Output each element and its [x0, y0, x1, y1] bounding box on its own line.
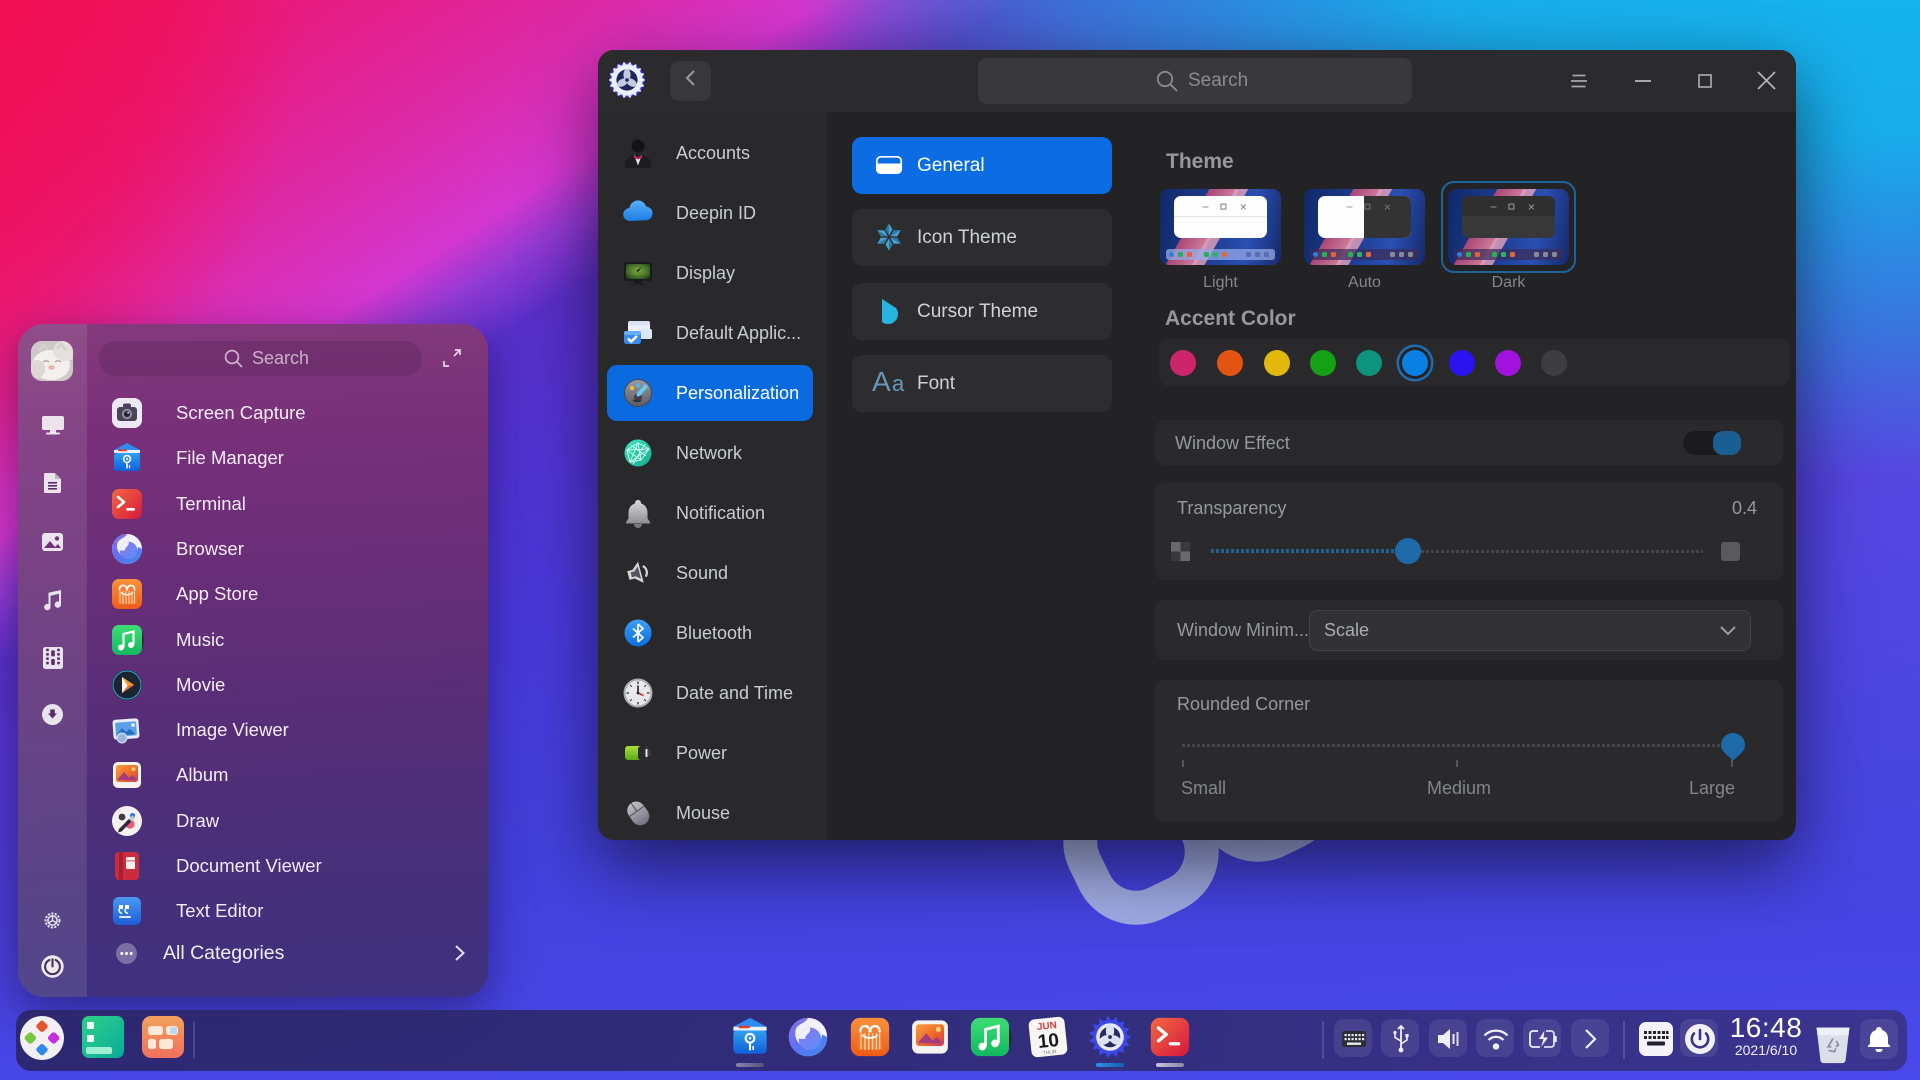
svg-text:a: a: [892, 371, 905, 396]
svg-text:A: A: [872, 366, 891, 397]
svg-text:THUR: THUR: [1042, 1049, 1057, 1056]
